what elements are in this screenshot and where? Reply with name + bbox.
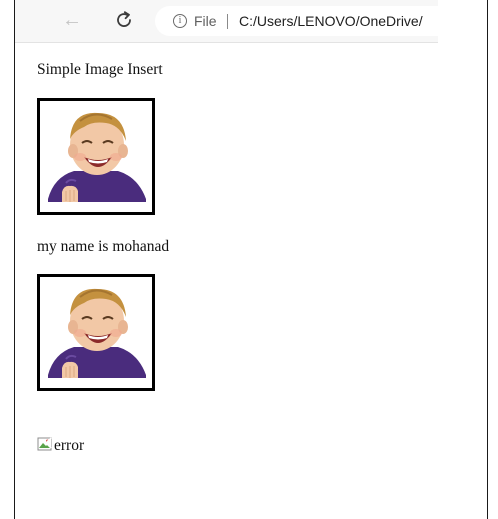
info-icon[interactable]: i	[173, 14, 187, 28]
browser-toolbar: ← i File C:/Users/LENOVO/OneDrive/	[15, 0, 453, 43]
url-text[interactable]: C:/Users/LENOVO/OneDrive/	[239, 13, 423, 29]
reload-icon[interactable]	[112, 8, 136, 32]
broken-image-icon	[37, 436, 53, 452]
address-divider	[227, 14, 228, 29]
back-arrow-icon[interactable]: ←	[61, 9, 83, 31]
name-text: my name is mohanad	[37, 238, 170, 255]
page-heading: Simple Image Insert	[37, 61, 163, 78]
child-photo	[37, 98, 155, 215]
broken-image-alt-text: error	[54, 437, 85, 454]
child-photo	[37, 274, 155, 391]
address-bar[interactable]: i File C:/Users/LENOVO/OneDrive/	[155, 6, 453, 36]
scheme-label: File	[194, 13, 217, 29]
broken-image: error	[37, 436, 84, 455]
